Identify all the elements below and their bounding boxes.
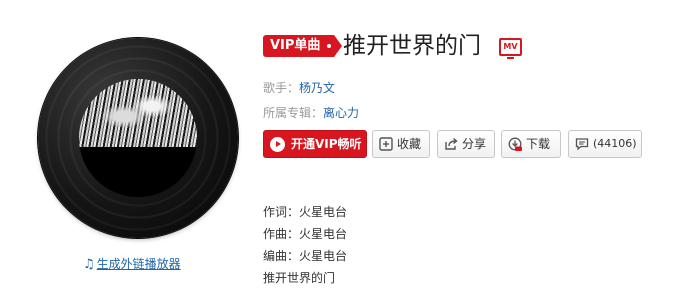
generate-player-link[interactable]: ♫ 生成外链播放器 [83, 255, 181, 272]
singer-link[interactable]: 杨乃文 [299, 81, 335, 95]
credit-song-name: 推开世界的门 [263, 271, 336, 285]
vip-play-label: 开通VIP畅听 [291, 137, 362, 151]
cover-photo [79, 79, 197, 147]
collect-button[interactable]: 收藏 [372, 130, 430, 158]
collect-label: 收藏 [397, 137, 422, 151]
badge-dot [327, 44, 332, 48]
credit-composer: 作曲：火星电台 [263, 227, 348, 241]
singer-row: 歌手：杨乃文 [263, 79, 335, 96]
download-button[interactable]: 下载 [501, 130, 561, 158]
cover-black-band [79, 147, 197, 197]
vip-play-button[interactable]: 开通VIP畅听 [263, 130, 367, 158]
song-title: 推开世界的门 [343, 33, 481, 59]
album-disc [38, 38, 238, 238]
mv-icon[interactable]: MV [499, 38, 522, 59]
credit-lyricist: 作词：火星电台 [263, 205, 348, 219]
player-link-label: 生成外链播放器 [96, 257, 181, 271]
vip-single-badge: VIP单曲 [263, 35, 343, 57]
vip-badge-label: VIP单曲 [270, 38, 321, 53]
share-label: 分享 [462, 137, 487, 151]
share-arrow-icon [445, 137, 458, 150]
singer-label: 歌手： [263, 81, 300, 95]
plus-box-icon [379, 137, 393, 151]
music-note-icon: ♫ [83, 257, 95, 272]
download-label: 下载 [526, 137, 551, 151]
album-link[interactable]: 离心力 [323, 106, 359, 120]
share-button[interactable]: 分享 [437, 130, 495, 158]
comments-button[interactable]: (44106) [568, 130, 642, 158]
credit-arranger: 编曲：火星电台 [263, 249, 348, 263]
album-label: 所属专辑： [263, 106, 324, 120]
mv-icon-label: MV [503, 42, 518, 51]
comment-bubble-icon [575, 138, 589, 151]
comments-count: (44106) [593, 137, 637, 150]
album-cover [79, 79, 197, 197]
download-cloud-vip-icon [508, 137, 522, 151]
play-circle-icon [270, 137, 285, 152]
album-row: 所属专辑：离心力 [263, 104, 359, 121]
